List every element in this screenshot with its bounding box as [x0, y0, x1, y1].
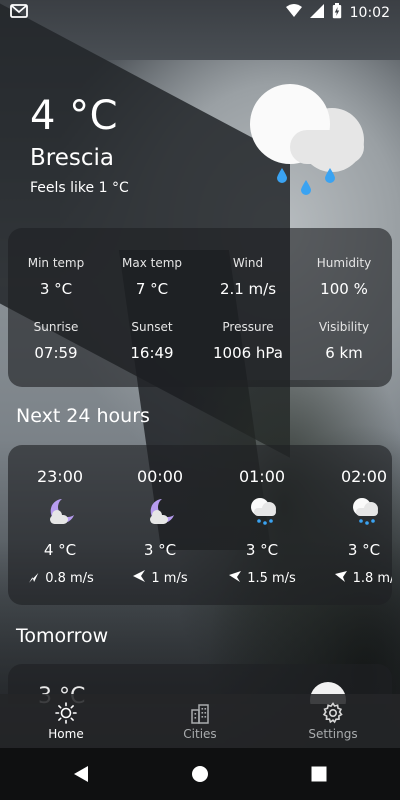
recents-button[interactable]	[310, 765, 328, 783]
detail-label: Humidity	[316, 256, 372, 270]
current-weather: 4 °C Brescia Feels like 1 °C	[30, 92, 129, 196]
hour-wind-value: 1 m/s	[151, 570, 188, 586]
detail-wind: Wind 2.1 m/s	[200, 256, 296, 298]
detail-min-temp: Min temp 3 °C	[8, 256, 104, 298]
back-button[interactable]	[72, 765, 90, 783]
status-bar: 10:02	[0, 0, 400, 26]
detail-value: 3 °C	[39, 280, 73, 298]
hour-wind: 0.8 m/s	[10, 569, 110, 587]
detail-sunset: Sunset 16:49	[104, 320, 200, 362]
hourly-forecast-panel[interactable]: 23:00 4 °C 0.8 m/s 00:00 3 °C 1 m/s 01:0…	[8, 445, 392, 605]
moon-cloud-icon	[146, 495, 178, 527]
detail-value: 6 km	[325, 344, 363, 362]
nav-home[interactable]: Home	[11, 702, 121, 741]
city-name: Brescia	[30, 145, 114, 171]
hour-time: 02:00	[340, 467, 388, 486]
cloud-rain-icon	[248, 495, 280, 527]
detail-label: Wind	[232, 256, 264, 270]
detail-value: 100 %	[320, 280, 368, 298]
detail-pressure: Pressure 1006 hPa	[200, 320, 296, 362]
detail-max-temp: Max temp 7 °C	[104, 256, 200, 298]
next-24-hours-title: Next 24 hours	[16, 405, 150, 427]
detail-label: Pressure	[222, 320, 274, 334]
signal-icon	[309, 4, 324, 22]
hour-wind-value: 0.8 m/s	[45, 570, 94, 586]
battery-charging-icon	[332, 3, 342, 23]
wind-direction-icon	[26, 569, 40, 587]
cloud-rain-icon	[350, 495, 382, 527]
detail-label: Sunset	[131, 320, 173, 334]
moon-cloud-icon	[46, 495, 78, 527]
hour-time: 00:00	[136, 467, 184, 486]
hour-time: 01:00	[238, 467, 286, 486]
detail-value: 7 °C	[135, 280, 169, 298]
gear-icon	[322, 702, 344, 724]
feels-like: Feels like 1 °C	[30, 180, 129, 196]
home-button[interactable]	[191, 765, 209, 783]
tomorrow-title: Tomorrow	[16, 625, 109, 647]
detail-humidity: Humidity 100 %	[296, 256, 392, 298]
current-temperature: 4 °C	[30, 93, 119, 139]
nav-cities[interactable]: Cities	[145, 702, 255, 741]
wind-direction-icon	[334, 569, 348, 587]
nav-cities-label: Cities	[183, 727, 217, 741]
hour-wind: 1.8 m/	[314, 569, 392, 587]
hour-temp: 3 °C	[143, 541, 177, 559]
hour-wind: 1.5 m/s	[212, 569, 312, 587]
gmail-icon	[10, 4, 28, 22]
nav-settings-label: Settings	[308, 727, 358, 741]
sun-icon	[55, 702, 77, 724]
hour-temp: 3 °C	[245, 541, 279, 559]
wind-direction-icon	[132, 569, 146, 587]
detail-value: 1006 hPa	[212, 344, 283, 362]
weather-details-panel: Min temp 3 °C Max temp 7 °C Wind 2.1 m/s…	[8, 228, 392, 387]
nav-settings[interactable]: Settings	[278, 702, 388, 741]
hour-temp: 3 °C	[347, 541, 381, 559]
detail-value: 07:59	[34, 344, 78, 362]
detail-sunrise: Sunrise 07:59	[8, 320, 104, 362]
detail-value: 16:49	[130, 344, 174, 362]
hour-temp: 4 °C	[43, 541, 77, 559]
system-navigation-bar	[0, 748, 400, 800]
hour-wind-value: 1.5 m/s	[247, 570, 296, 586]
hour-wind: 1 m/s	[110, 569, 210, 587]
hour-time: 23:00	[36, 467, 84, 486]
nav-home-label: Home	[48, 727, 84, 741]
hour-wind-value: 1.8 m/	[352, 570, 392, 586]
bottom-navigation: Home Cities Settings	[0, 694, 400, 748]
wind-direction-icon	[228, 569, 242, 587]
wifi-icon	[285, 4, 302, 22]
status-time: 10:02	[349, 5, 390, 21]
detail-label: Max temp	[121, 256, 183, 270]
detail-label: Visibility	[318, 320, 370, 334]
city-buildings-icon	[189, 702, 211, 724]
cloud-rain-icon	[246, 82, 372, 202]
detail-visibility: Visibility 6 km	[296, 320, 392, 362]
detail-value: 2.1 m/s	[219, 280, 277, 298]
detail-label: Sunrise	[33, 320, 79, 334]
detail-label: Min temp	[27, 256, 85, 270]
